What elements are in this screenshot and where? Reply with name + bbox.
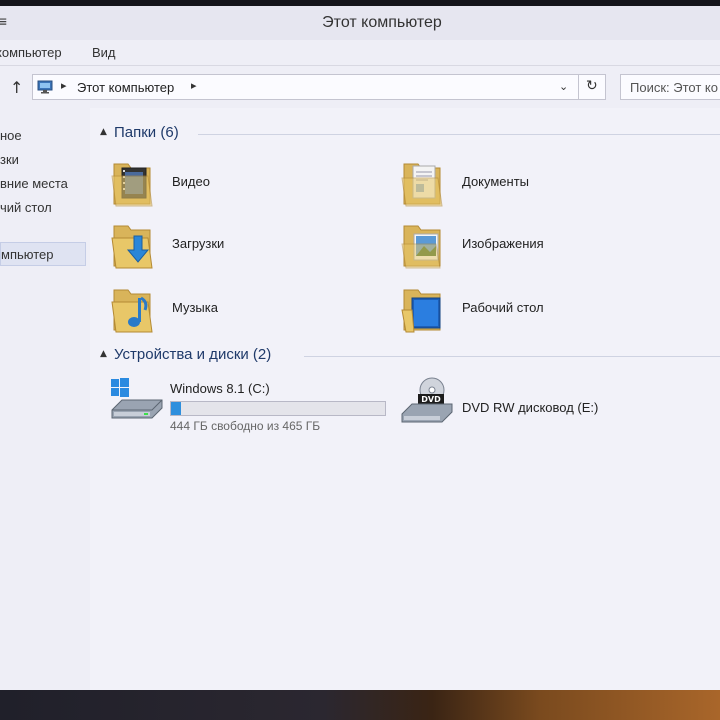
collapse-arrow-icon[interactable]: ▲ bbox=[100, 349, 107, 359]
navigation-pane: ное зки вние места чий стол мпьютер bbox=[0, 108, 90, 690]
nav-item-this-pc[interactable]: мпьютер bbox=[0, 242, 86, 266]
title-bar: ≡ Этот компьютер bbox=[0, 6, 720, 40]
nav-item-label: мпьютер bbox=[1, 247, 54, 262]
drive-free-space: 444 ГБ свободно из 465 ГБ bbox=[170, 419, 321, 433]
search-input[interactable]: Поиск: Этот ко bbox=[620, 74, 720, 100]
group-divider bbox=[198, 134, 720, 135]
drive-usage-fill bbox=[171, 402, 181, 415]
folders-group-title: Папки (6) bbox=[114, 124, 179, 141]
refresh-icon[interactable]: ↻ bbox=[586, 78, 598, 94]
address-bar[interactable]: ▸ Этот компьютер ▸ ⌄ ↻ bbox=[32, 74, 606, 100]
navigation-row: ↑ ▸ Этот компьютер ▸ ⌄ ↻ Поиск: Этот ко bbox=[0, 66, 720, 108]
folder-label: Изображения bbox=[462, 236, 544, 251]
breadcrumb-chevron-icon[interactable]: ▸ bbox=[61, 79, 67, 92]
folder-tile-downloads[interactable]: Загрузки bbox=[90, 216, 370, 272]
nav-item-label: чий стол bbox=[0, 200, 52, 215]
tab-view[interactable]: Вид bbox=[92, 45, 116, 60]
breadcrumb-chevron-icon[interactable]: ▸ bbox=[191, 79, 197, 92]
nav-item-label: зки bbox=[0, 152, 19, 167]
up-arrow-icon[interactable]: ↑ bbox=[10, 78, 23, 97]
folder-label: Документы bbox=[462, 174, 530, 189]
window-title: Этот компьютер bbox=[322, 14, 442, 31]
nav-item-label: ное bbox=[0, 128, 22, 143]
folder-tile-desktop[interactable]: Рабочий стол bbox=[380, 280, 660, 336]
folder-label: Загрузки bbox=[172, 236, 225, 251]
devices-group-header[interactable]: ▲ Устройства и диски (2) bbox=[90, 344, 720, 368]
drive-name: Windows 8.1 (C:) bbox=[170, 381, 270, 396]
nav-item-downloads[interactable]: зки bbox=[0, 148, 90, 170]
drive-usage-bar bbox=[170, 401, 386, 416]
address-history-chevron-icon[interactable]: ⌄ bbox=[559, 80, 568, 93]
folder-tile-video[interactable]: Видео bbox=[90, 154, 370, 210]
search-placeholder: Поиск: Этот ко bbox=[630, 80, 718, 95]
explorer-window: ≡ Этот компьютер компьютер Вид ↑ ▸ Этот … bbox=[0, 6, 720, 690]
group-divider bbox=[304, 356, 720, 357]
drive-tile-c[interactable]: Windows 8.1 (C:) 444 ГБ свободно из 465 … bbox=[90, 374, 390, 434]
collapse-arrow-icon[interactable]: ▲ bbox=[100, 127, 107, 137]
this-pc-icon bbox=[37, 80, 53, 94]
ribbon-tabs: компьютер Вид bbox=[0, 40, 720, 66]
dvd-drive-icon: DVD bbox=[401, 377, 453, 423]
documents-folder-icon bbox=[401, 163, 443, 207]
svg-text:DVD: DVD bbox=[421, 395, 441, 404]
folder-label: Музыка bbox=[172, 300, 218, 315]
folders-group-header[interactable]: ▲ Папки (6) bbox=[90, 122, 720, 146]
nav-item-label: вние места bbox=[0, 176, 68, 191]
video-folder-icon bbox=[111, 163, 153, 207]
devices-group-title: Устройства и диски (2) bbox=[114, 346, 272, 363]
music-folder-icon bbox=[111, 289, 153, 333]
address-divider bbox=[578, 75, 579, 99]
folder-tile-pictures[interactable]: Изображения bbox=[380, 216, 660, 272]
folder-tile-music[interactable]: Музыка bbox=[90, 280, 370, 336]
desktop-background-strip bbox=[0, 690, 720, 720]
folder-label: Рабочий стол bbox=[462, 300, 544, 315]
downloads-folder-icon bbox=[111, 225, 153, 269]
nav-item-recent-places[interactable]: вние места bbox=[0, 172, 90, 194]
folder-tile-documents[interactable]: Документы bbox=[380, 154, 660, 210]
desktop-folder-icon bbox=[401, 289, 441, 333]
breadcrumb-this-pc[interactable]: Этот компьютер bbox=[77, 80, 174, 95]
content-pane: ▲ Папки (6) Видео Документы Загрузки Изо… bbox=[90, 108, 720, 690]
folder-label: Видео bbox=[172, 174, 210, 189]
hard-drive-icon bbox=[111, 378, 163, 419]
nav-item-favorites[interactable]: ное bbox=[0, 124, 90, 146]
tab-computer[interactable]: компьютер bbox=[0, 45, 62, 60]
pictures-folder-icon bbox=[401, 225, 441, 269]
nav-item-desktop[interactable]: чий стол bbox=[0, 196, 90, 218]
drive-tile-dvd[interactable]: DVD DVD RW дисковод (E:) bbox=[380, 374, 680, 434]
drive-name: DVD RW дисковод (E:) bbox=[462, 400, 599, 415]
